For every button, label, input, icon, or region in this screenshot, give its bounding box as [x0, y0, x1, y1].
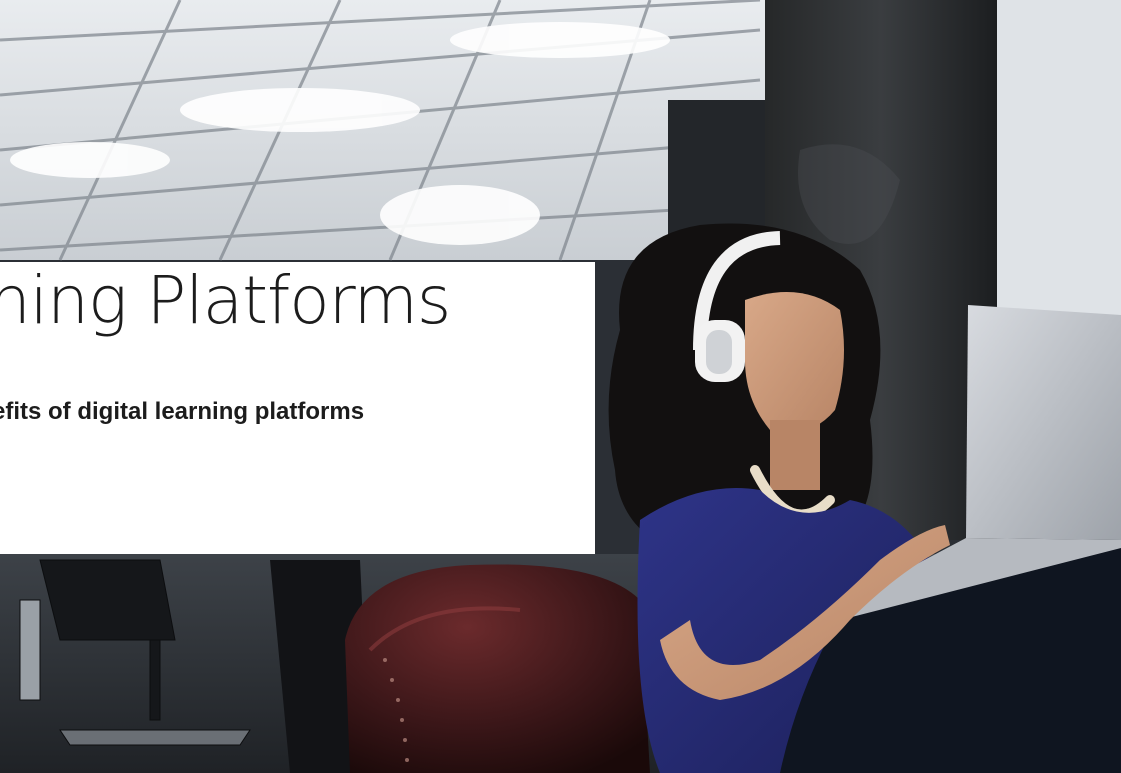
hero-banner: rning Platforms efits of digital learnin…: [0, 0, 1121, 773]
hero-photo: [0, 0, 1121, 773]
